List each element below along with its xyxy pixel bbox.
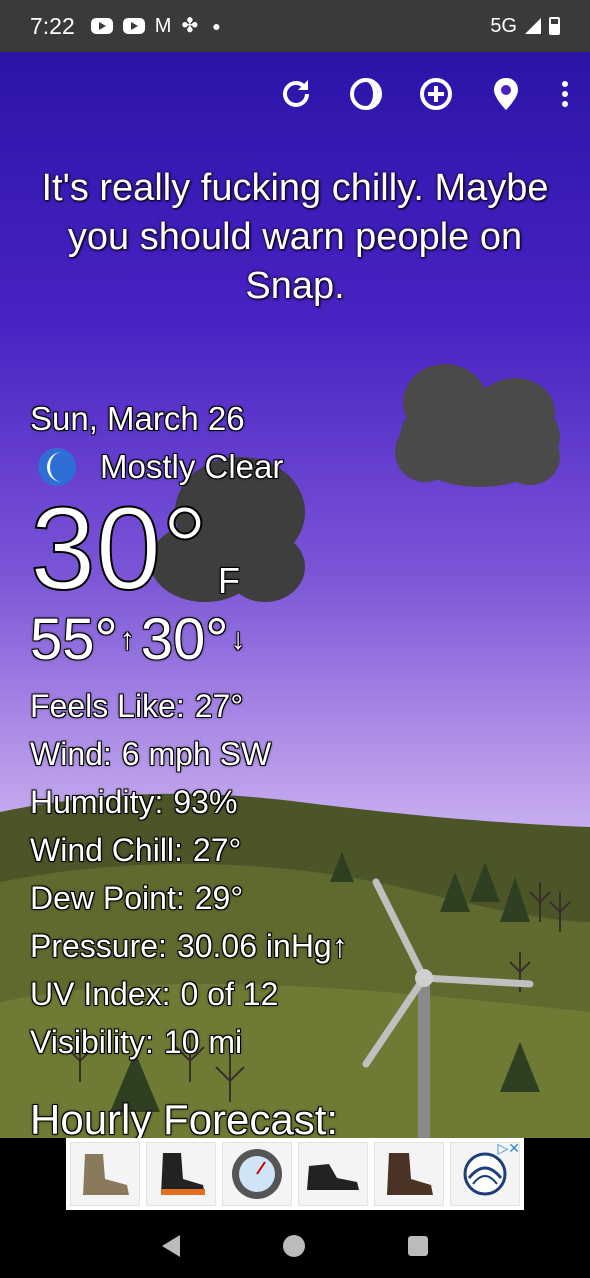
detail-uv-index: UV Index: 0 of 12 bbox=[30, 976, 279, 1012]
signal-icon bbox=[525, 18, 541, 34]
location-button[interactable] bbox=[488, 74, 524, 114]
high-low-temperatures: 55° ↑ 30° ↓ bbox=[30, 608, 251, 672]
more-options-button[interactable] bbox=[558, 74, 572, 114]
ad-banner[interactable]: ▷✕ bbox=[66, 1138, 524, 1210]
low-temperature: 30° bbox=[140, 607, 229, 672]
ad-product-boot-icon-2[interactable] bbox=[146, 1142, 216, 1206]
detail-wind: Wind: 6 mph SW bbox=[30, 736, 272, 772]
home-button[interactable] bbox=[282, 1234, 305, 1257]
pinwheel-icon: ✤ bbox=[181, 15, 199, 37]
arrow-down-icon: ↓ bbox=[230, 623, 246, 656]
battery-icon bbox=[549, 17, 560, 35]
detail-wind-chill: Wind Chill: 27° bbox=[30, 832, 242, 868]
current-date: Sun, March 26 bbox=[30, 400, 245, 437]
ad-product-boot-icon[interactable] bbox=[70, 1142, 140, 1206]
detail-dew-point: Dew Point: 29° bbox=[30, 880, 244, 916]
hourly-forecast-heading: Hourly Forecast: bbox=[30, 1096, 339, 1138]
location-pin-icon bbox=[494, 78, 518, 110]
ad-bar: ▷✕ bbox=[0, 1138, 590, 1213]
back-button[interactable] bbox=[161, 1234, 180, 1257]
current-temperature: 30° bbox=[29, 483, 209, 615]
system-navigation-bar bbox=[0, 1213, 590, 1278]
detail-visibility: Visibility: 10 mi bbox=[30, 1024, 243, 1060]
status-bar: 7:22 M ✤ ● 5G bbox=[0, 0, 590, 52]
high-temperature: 55° bbox=[30, 607, 118, 672]
detail-pressure: Pressure: 30.06 inHg↑ bbox=[30, 928, 348, 964]
ad-product-boot-icon-3[interactable] bbox=[374, 1142, 444, 1206]
add-location-icon bbox=[420, 78, 452, 110]
crescent-moon-icon bbox=[38, 448, 76, 486]
gmail-icon: M bbox=[154, 15, 172, 37]
refresh-icon bbox=[283, 80, 309, 107]
moon-phase-icon bbox=[350, 78, 382, 110]
temperature-unit: F bbox=[218, 560, 240, 601]
weather-screen[interactable]: It's really fucking chilly. Maybe you sh… bbox=[0, 52, 590, 1138]
current-condition: Mostly Clear bbox=[100, 448, 284, 485]
add-location-button[interactable] bbox=[418, 74, 454, 114]
cloud-icon bbox=[395, 364, 560, 487]
arrow-up-icon: ↑ bbox=[119, 623, 135, 656]
toolbar bbox=[278, 74, 590, 114]
recents-button[interactable] bbox=[408, 1235, 429, 1256]
weather-details: Feels Like: 27° Wind: 6 mph SW Humidity: 93… bbox=[30, 682, 348, 1066]
detail-humidity: Humidity: 93% bbox=[30, 784, 238, 820]
network-type: 5G bbox=[490, 14, 517, 37]
snarky-headline: It's really fucking chilly. Maybe you sh… bbox=[41, 167, 549, 307]
youtube-notification-icon-2 bbox=[122, 18, 145, 34]
youtube-notification-icon bbox=[90, 18, 113, 34]
detail-feels-like: Feels Like: 27° bbox=[30, 688, 244, 724]
ad-product-gauge-icon[interactable] bbox=[222, 1142, 292, 1206]
moon-phase-button[interactable] bbox=[348, 74, 384, 114]
more-vert-icon bbox=[562, 81, 568, 107]
refresh-button[interactable] bbox=[278, 74, 314, 114]
ad-choices-icon[interactable]: ▷✕ bbox=[498, 1140, 521, 1157]
ad-product-shoe-icon[interactable] bbox=[298, 1142, 368, 1206]
status-time: 7:22 bbox=[30, 12, 75, 39]
more-notifications-dot-icon: ● bbox=[212, 18, 221, 34]
